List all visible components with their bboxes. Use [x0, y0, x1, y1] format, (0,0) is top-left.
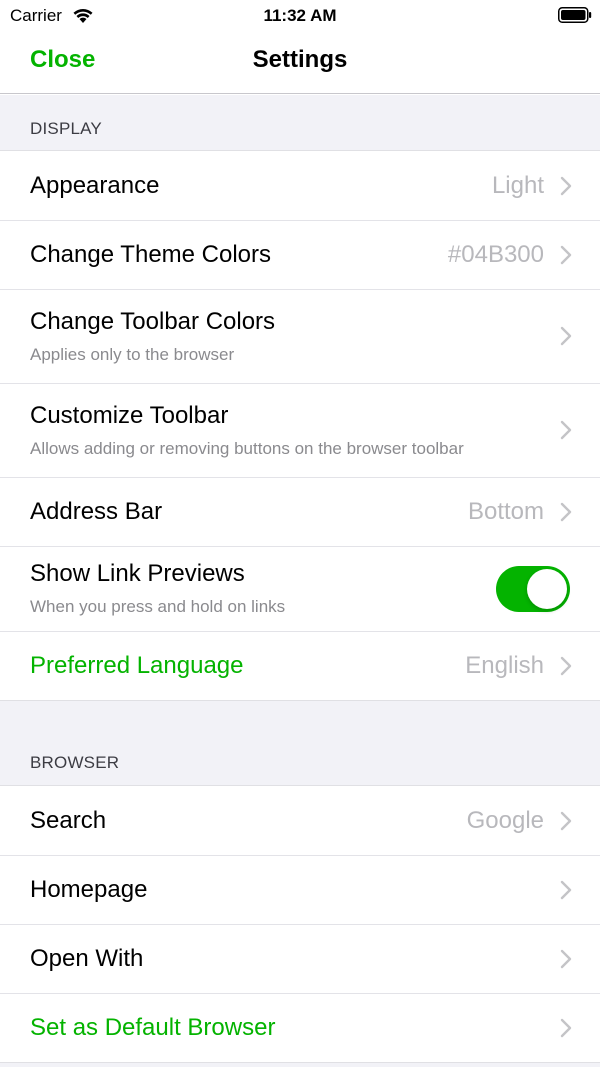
- row-subtitle: Allows adding or removing buttons on the…: [30, 438, 464, 458]
- row-homepage[interactable]: Homepage: [0, 855, 600, 924]
- row-value: English: [465, 651, 544, 679]
- chevron-right-icon: [560, 880, 572, 899]
- row-title: Open With: [30, 944, 144, 972]
- link-previews-toggle[interactable]: [496, 565, 570, 612]
- row-search[interactable]: Search Google: [0, 786, 600, 855]
- chevron-right-icon: [560, 1018, 572, 1037]
- row-appearance[interactable]: Appearance Light: [0, 151, 600, 220]
- settings-list[interactable]: DISPLAY Appearance Light Change Theme Co…: [0, 95, 600, 1067]
- row-title: Appearance: [30, 171, 160, 199]
- row-link-previews: Show Link Previews When you press and ho…: [0, 546, 600, 631]
- row-customize-toolbar[interactable]: Customize Toolbar Allows adding or remov…: [0, 383, 600, 477]
- page-title: Settings: [252, 46, 348, 73]
- row-subtitle: Applies only to the browser: [30, 344, 235, 364]
- chevron-right-icon: [560, 245, 572, 264]
- row-value: Bottom: [467, 497, 544, 525]
- row-title: Change Theme Colors: [30, 240, 272, 268]
- row-value: Light: [491, 171, 544, 199]
- chevron-right-icon: [560, 811, 572, 830]
- row-subtitle: When you press and hold on links: [30, 597, 286, 616]
- row-open-with[interactable]: Open With: [0, 924, 600, 993]
- row-value: #04B300: [447, 240, 544, 268]
- row-title: Homepage: [30, 875, 148, 903]
- toggle-knob: [527, 568, 567, 609]
- section-header-display: DISPLAY: [30, 119, 102, 138]
- row-title: Set as Default Browser: [30, 1013, 276, 1041]
- row-title: Address Bar: [30, 497, 163, 525]
- row-title: Change Toolbar Colors: [30, 307, 276, 335]
- chevron-right-icon: [560, 176, 572, 195]
- row-toolbar-colors[interactable]: Change Toolbar Colors Applies only to th…: [0, 289, 600, 383]
- row-title: Customize Toolbar: [30, 401, 229, 429]
- status-bar: Carrier 11:32 AM: [0, 0, 600, 30]
- row-title: Search: [30, 806, 107, 834]
- status-time: 11:32 AM: [263, 6, 337, 25]
- row-title: Show Link Previews: [30, 560, 245, 587]
- row-title: Preferred Language: [30, 651, 244, 679]
- row-preferred-language[interactable]: Preferred Language English: [0, 631, 600, 700]
- chevron-right-icon: [560, 326, 572, 346]
- chevron-right-icon: [560, 656, 572, 675]
- chevron-right-icon: [560, 420, 572, 440]
- row-default-browser[interactable]: Set as Default Browser: [0, 993, 600, 1062]
- battery-icon: [558, 7, 592, 23]
- chevron-right-icon: [560, 949, 572, 968]
- browser-group: Search Google Homepage Open With Set as …: [0, 785, 600, 1063]
- row-theme-colors[interactable]: Change Theme Colors #04B300: [0, 220, 600, 289]
- chevron-right-icon: [560, 502, 572, 521]
- section-header-browser: BROWSER: [30, 753, 120, 772]
- row-value: Google: [466, 806, 544, 834]
- display-group: Appearance Light Change Theme Colors #04…: [0, 150, 600, 701]
- row-address-bar[interactable]: Address Bar Bottom: [0, 477, 600, 546]
- navigation-bar: Close Settings: [0, 30, 600, 94]
